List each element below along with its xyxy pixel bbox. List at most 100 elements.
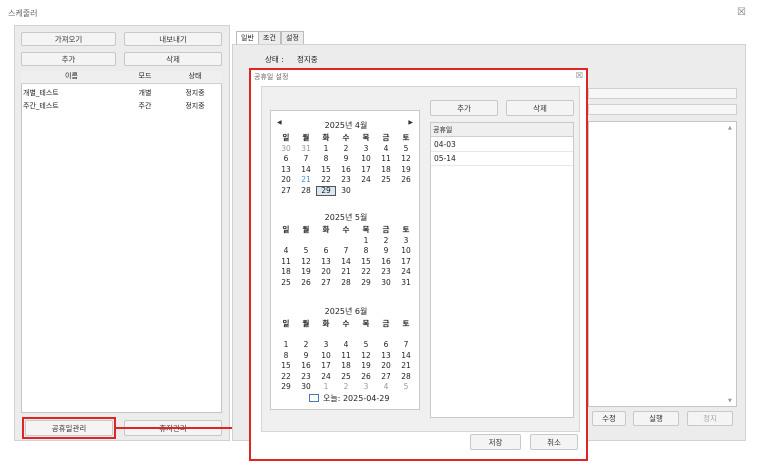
day-cell[interactable]: 3 — [356, 144, 376, 155]
day-cell[interactable]: 8 — [276, 351, 296, 362]
day-cell[interactable]: 15 — [356, 257, 376, 268]
day-cell[interactable]: 11 — [336, 351, 356, 362]
day-cell[interactable]: 14 — [296, 165, 316, 176]
day-cell[interactable]: 7 — [336, 246, 356, 257]
day-cell[interactable]: 26 — [396, 175, 416, 186]
tab-settings[interactable]: 설정 — [281, 31, 304, 44]
day-cell[interactable]: 12 — [356, 351, 376, 362]
day-cell[interactable]: 10 — [356, 154, 376, 165]
day-cell[interactable]: 7 — [296, 154, 316, 165]
day-cell[interactable]: 6 — [276, 154, 296, 165]
day-cell[interactable]: 4 — [336, 340, 356, 351]
day-cell[interactable]: 1 — [316, 382, 336, 393]
list-item[interactable]: 04-03 — [431, 138, 573, 152]
day-cell[interactable]: 24 — [396, 267, 416, 278]
day-cell[interactable]: 30 — [376, 278, 396, 289]
header-mode[interactable]: 모드 — [120, 71, 170, 83]
day-cell[interactable]: 20 — [276, 175, 296, 186]
today-link[interactable]: 오늘: 2025-04-29 — [323, 393, 389, 404]
day-cell[interactable]: 23 — [296, 372, 316, 383]
day-cell[interactable]: 22 — [316, 175, 336, 186]
day-cell[interactable]: 29 — [316, 185, 336, 196]
close-icon[interactable]: ☒ — [737, 7, 746, 18]
day-cell[interactable]: 27 — [376, 372, 396, 383]
day-cell[interactable]: 18 — [336, 361, 356, 372]
scroll-up-icon[interactable]: ▲ — [728, 125, 732, 131]
day-cell[interactable]: 1 — [356, 236, 376, 247]
tab-general[interactable]: 일반 — [236, 31, 259, 44]
add-holiday-button[interactable]: 추가 — [430, 100, 498, 116]
day-cell[interactable]: 27 — [276, 186, 296, 197]
day-cell[interactable]: 14 — [396, 351, 416, 362]
day-cell[interactable]: 25 — [336, 372, 356, 383]
day-cell[interactable]: 30 — [276, 144, 296, 155]
day-cell[interactable]: 13 — [376, 351, 396, 362]
day-cell[interactable]: 2 — [296, 340, 316, 351]
edit-button[interactable]: 수정 — [592, 411, 626, 426]
day-cell[interactable]: 28 — [396, 372, 416, 383]
day-cell[interactable]: 16 — [336, 165, 356, 176]
day-cell[interactable]: 15 — [276, 361, 296, 372]
day-cell[interactable]: 23 — [336, 175, 356, 186]
day-cell[interactable]: 19 — [296, 267, 316, 278]
day-cell[interactable]: 5 — [396, 382, 416, 393]
header-name[interactable]: 이름 — [21, 71, 120, 83]
day-cell[interactable]: 23 — [376, 267, 396, 278]
stop-button[interactable]: 정지 — [687, 411, 733, 426]
day-cell[interactable]: 16 — [296, 361, 316, 372]
day-cell[interactable]: 29 — [356, 278, 376, 289]
run-button[interactable]: 실행 — [633, 411, 679, 426]
day-cell[interactable]: 28 — [296, 186, 316, 197]
day-cell[interactable]: 21 — [336, 267, 356, 278]
day-cell[interactable]: 5 — [356, 340, 376, 351]
day-cell[interactable]: 11 — [376, 154, 396, 165]
day-cell[interactable]: 10 — [316, 351, 336, 362]
day-cell[interactable]: 4 — [276, 246, 296, 257]
day-cell[interactable]: 30 — [296, 382, 316, 393]
save-button[interactable]: 저장 — [470, 434, 521, 450]
day-cell[interactable]: 13 — [316, 257, 336, 268]
day-cell[interactable]: 12 — [396, 154, 416, 165]
day-cell[interactable]: 11 — [276, 257, 296, 268]
delete-schedule-button[interactable]: 삭제 — [124, 52, 222, 66]
day-cell[interactable]: 30 — [336, 186, 356, 197]
day-cell[interactable]: 3 — [356, 382, 376, 393]
day-cell[interactable]: 2 — [336, 382, 356, 393]
day-cell[interactable]: 4 — [376, 382, 396, 393]
day-cell[interactable]: 22 — [276, 372, 296, 383]
day-cell[interactable]: 31 — [296, 144, 316, 155]
calendar[interactable]: ◀ ▶ 2025년 4월 일 월 화 수 목 금 토 30 31 1 2 3 4 5 6 7 8 9 10 11 12 13… — [270, 110, 420, 410]
day-cell[interactable]: 31 — [396, 278, 416, 289]
day-cell[interactable]: 9 — [336, 154, 356, 165]
export-button[interactable]: 내보내기 — [124, 32, 222, 46]
day-cell[interactable]: 15 — [316, 165, 336, 176]
table-row[interactable]: 주간_테스트 주간 정지중 — [21, 99, 222, 112]
day-cell[interactable]: 5 — [396, 144, 416, 155]
day-cell[interactable]: 16 — [376, 257, 396, 268]
day-cell[interactable]: 24 — [356, 175, 376, 186]
import-button[interactable]: 가져오기 — [21, 32, 116, 46]
day-cell[interactable]: 12 — [296, 257, 316, 268]
day-cell[interactable]: 19 — [396, 165, 416, 176]
day-cell[interactable]: 14 — [336, 257, 356, 268]
day-cell[interactable]: 25 — [276, 278, 296, 289]
day-cell[interactable]: 20 — [376, 361, 396, 372]
day-cell[interactable]: 2 — [336, 144, 356, 155]
day-cell[interactable]: 17 — [396, 257, 416, 268]
day-cell[interactable]: 26 — [296, 278, 316, 289]
day-cell[interactable]: 6 — [316, 246, 336, 257]
day-cell[interactable]: 6 — [376, 340, 396, 351]
day-cell[interactable]: 25 — [376, 175, 396, 186]
day-cell[interactable]: 7 — [396, 340, 416, 351]
scrollbar[interactable]: ▲ ▼ — [727, 123, 736, 406]
day-cell[interactable]: 10 — [396, 246, 416, 257]
dialog-close-icon[interactable]: ☒ — [576, 71, 583, 80]
day-cell[interactable]: 17 — [316, 361, 336, 372]
day-cell[interactable]: 18 — [376, 165, 396, 176]
table-row[interactable]: 개별_테스트 개별 정지중 — [21, 86, 222, 99]
day-cell[interactable]: 3 — [396, 236, 416, 247]
day-cell[interactable]: 19 — [356, 361, 376, 372]
day-cell[interactable]: 17 — [356, 165, 376, 176]
day-cell[interactable]: 26 — [356, 372, 376, 383]
day-cell[interactable]: 8 — [356, 246, 376, 257]
